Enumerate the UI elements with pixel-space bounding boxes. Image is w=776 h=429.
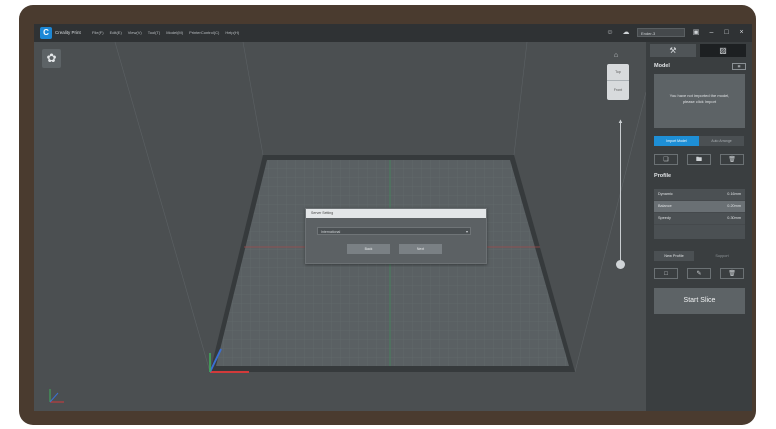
new-profile-button[interactable]: New Profile <box>654 251 694 261</box>
start-slice-button[interactable]: Start Slice <box>654 288 745 314</box>
profile-layer-height: 0.16mm <box>727 192 741 196</box>
topbar-right: ☺ ☁ Ender-3 ▣ – □ × <box>605 27 746 38</box>
profile-row[interactable]: Dynamic 0.16mm <box>654 189 745 201</box>
profile-row[interactable]: Balance 0.20mm <box>654 201 745 213</box>
open-folder-icon[interactable]: 🖿 <box>687 154 711 165</box>
printer-select[interactable]: Ender-3 <box>637 28 685 37</box>
3d-viewport[interactable]: ✿ ⌂ Top Front ▲ Server Setting Internati… <box>34 42 646 411</box>
profile-list: Dynamic 0.16mm Balance 0.20mm Speedy 0.3… <box>654 189 745 239</box>
server-region-value: International <box>321 230 341 234</box>
printer-settings-icon[interactable]: ▣ <box>691 27 701 38</box>
server-setting-dialog: Server Setting International ▾ Back Next <box>305 208 487 264</box>
object-list-icon[interactable]: ✿ <box>42 49 61 68</box>
model-list-toggle[interactable]: ▦ <box>732 63 746 70</box>
menu-help[interactable]: Help(H) <box>225 30 239 35</box>
corner-axis-y <box>49 392 59 403</box>
next-button[interactable]: Next <box>399 244 442 254</box>
maximize-icon[interactable]: □ <box>722 28 731 37</box>
layer-slider-handle[interactable] <box>616 260 625 269</box>
menu-bar: C Creality Print File(F) Edit(E) View(V)… <box>34 24 752 42</box>
profile-row[interactable]: Speedy 0.30mm <box>654 213 745 225</box>
view-cube[interactable]: Top Front <box>607 64 629 100</box>
model-section-title: Model <box>654 63 670 69</box>
auto-arrange-button[interactable]: Auto Arrange <box>699 136 744 146</box>
chevron-down-icon: ▾ <box>465 229 468 234</box>
view-cube-front[interactable]: Front <box>607 81 629 100</box>
app-title: Creality Print <box>55 30 81 35</box>
edit-profile-icon[interactable]: ✎ <box>687 268 711 279</box>
copy-model-icon[interactable]: ❏ <box>654 154 678 165</box>
delete-profile-icon[interactable]: 🗑 <box>720 268 744 279</box>
perspective-line <box>242 42 264 156</box>
profile-name: Dynamic <box>658 192 673 196</box>
close-icon[interactable]: × <box>737 28 746 37</box>
perspective-line <box>114 42 211 373</box>
add-profile-icon[interactable]: □ <box>654 268 678 279</box>
menu-printer-control[interactable]: PrinterControl(C) <box>189 30 219 35</box>
app-window: C Creality Print File(F) Edit(E) View(V)… <box>34 24 752 411</box>
layer-slider[interactable] <box>620 122 621 264</box>
view-cube-top[interactable]: Top <box>607 64 629 81</box>
profile-layer-height: 0.20mm <box>727 204 741 208</box>
profile-section-title: Profile <box>654 173 672 179</box>
menu-tool[interactable]: Tool(T) <box>148 30 160 35</box>
printer-icon: ▨ <box>719 46 727 55</box>
server-region-select[interactable]: International ▾ <box>317 227 471 235</box>
right-panel: ⚒ ▨ Model ▦ You have not imported the mo… <box>646 42 752 411</box>
profile-name: Speedy <box>658 216 671 220</box>
perspective-line <box>574 91 646 373</box>
profile-name: Balance <box>658 204 672 208</box>
back-button[interactable]: Back <box>347 244 390 254</box>
tab-preview[interactable]: ▨ <box>700 44 746 57</box>
model-empty-message: You have not imported the model, please … <box>654 74 745 128</box>
delete-model-icon[interactable]: 🗑 <box>720 154 744 165</box>
menu-edit[interactable]: Edit(E) <box>110 30 122 35</box>
tab-prepare[interactable]: ⚒ <box>650 44 696 57</box>
menu-model[interactable]: Model(M) <box>166 30 183 35</box>
main-menu: File(F) Edit(E) View(V) Tool(T) Model(M)… <box>92 30 239 35</box>
user-icon[interactable]: ☺ <box>605 27 615 38</box>
import-model-button[interactable]: Import Model <box>654 136 699 146</box>
wrench-icon: ⚒ <box>669 46 677 55</box>
dialog-title: Server Setting <box>306 209 486 218</box>
support-button[interactable]: Support <box>699 251 745 261</box>
menu-file[interactable]: File(F) <box>92 30 104 35</box>
home-view-icon[interactable]: ⌂ <box>611 51 621 61</box>
menu-view[interactable]: View(V) <box>128 30 142 35</box>
model-message-line2: please click Import <box>682 99 717 104</box>
minimize-icon[interactable]: – <box>707 28 716 37</box>
app-logo-icon: C <box>40 27 52 39</box>
profile-layer-height: 0.30mm <box>727 216 741 220</box>
perspective-line <box>513 42 528 156</box>
cloud-icon[interactable]: ☁ <box>621 27 631 38</box>
